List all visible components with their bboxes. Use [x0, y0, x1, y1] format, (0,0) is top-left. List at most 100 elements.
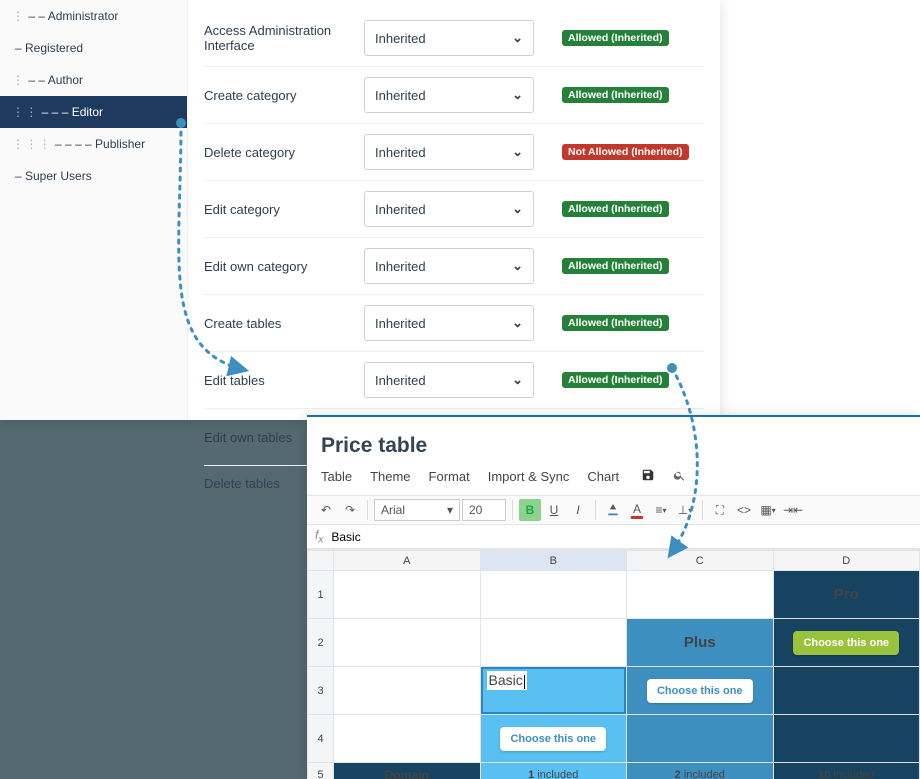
cell-b1[interactable] [480, 571, 627, 619]
rowhdr-3[interactable]: 3 [308, 667, 334, 715]
colhdr-c[interactable]: C [627, 551, 774, 571]
colhdr-a[interactable]: A [334, 551, 481, 571]
perm-select[interactable]: Inherited⌄ [364, 20, 534, 56]
sheet-grid[interactable]: A B C D 1 Pro 2 Plus [307, 549, 920, 779]
chevron-down-icon: ⌄ [512, 144, 523, 160]
bold-button[interactable]: B [519, 499, 541, 521]
fill-color-button[interactable] [602, 499, 624, 521]
sidebar-item-registered[interactable]: – Registered [0, 32, 187, 64]
perm-label: Edit tables [204, 373, 364, 388]
cell-c1[interactable] [627, 571, 774, 619]
sidebar-item-publisher[interactable]: ⋮ ⋮ ⋮ – – – – Publisher [0, 128, 187, 160]
rowhdr-5[interactable]: 5 [308, 763, 334, 779]
perm-row: Delete category Inherited ⌄ Not Allowed (In… [204, 124, 704, 181]
formula-value[interactable]: Basic [331, 530, 360, 544]
cell-c3[interactable]: Choose this one [627, 667, 774, 715]
cell-b5[interactable]: 1 included [480, 763, 627, 779]
perm-status-badge: Allowed (Inherited) [562, 258, 669, 274]
menu-chart[interactable]: Chart [587, 469, 619, 484]
cell-d5-suffix: included [830, 769, 874, 779]
sidebar-item-label: – Super Users [15, 169, 92, 183]
perm-select[interactable]: Inherited⌄ [364, 77, 534, 113]
cell-a4[interactable] [334, 715, 481, 763]
choose-pro-button[interactable]: Choose this one [793, 631, 899, 655]
spreadsheet-panel: Price table Table Theme Format Import & … [307, 415, 920, 779]
menu-import[interactable]: Import & Sync [488, 469, 570, 484]
perm-status-badge: Allowed (Inherited) [562, 30, 669, 46]
cell-a2[interactable] [334, 619, 481, 667]
perm-label: Create tables [204, 316, 364, 331]
colhdr-b[interactable]: B [480, 551, 627, 571]
sidebar-item-author[interactable]: ⋮ – – Author [0, 64, 187, 96]
sidebar-item-editor[interactable]: ⋮ ⋮ – – – Editor [0, 96, 187, 128]
drag-handle-icon[interactable]: ⋮ [12, 73, 25, 87]
perm-status-badge: Allowed (Inherited) [562, 372, 669, 388]
fullscreen-icon[interactable]: ⛶ [709, 499, 731, 521]
perm-select[interactable]: Inherited⌄ [364, 362, 534, 398]
chevron-down-icon: ⌄ [512, 201, 523, 217]
rowhdr-4[interactable]: 4 [308, 715, 334, 763]
cell-a1[interactable] [334, 571, 481, 619]
perm-status-badge: Not Allowed (Inherited) [562, 144, 689, 160]
cell-c4[interactable] [627, 715, 774, 763]
cell-d5[interactable]: 10 included [773, 763, 920, 779]
perm-select[interactable]: Inherited ⌄ [364, 191, 534, 227]
perm-select-value: Inherited [375, 145, 426, 160]
cell-c2[interactable]: Plus [627, 619, 774, 667]
sidebar-item-label: – – – – Publisher [55, 137, 145, 151]
perm-status-badge: Allowed (Inherited) [562, 201, 669, 217]
grid-button[interactable]: ▦▾ [757, 499, 779, 521]
chevron-down-icon: ▾ [447, 503, 453, 517]
menu-table[interactable]: Table [321, 469, 352, 484]
perm-select-value: Inherited [375, 31, 426, 46]
cell-d2[interactable]: Choose this one [773, 619, 920, 667]
spreadsheet-menu: Table Theme Format Import & Sync Chart [307, 462, 920, 495]
rowhdr-1[interactable]: 1 [308, 571, 334, 619]
choose-basic-button[interactable]: Choose this one [500, 727, 606, 751]
text-color-button[interactable]: A [626, 499, 648, 521]
sidebar-item-administrator[interactable]: ⋮ – – Administrator [0, 0, 187, 32]
redo-icon[interactable]: ↷ [339, 499, 361, 521]
align-button[interactable]: ≡▾ [650, 499, 672, 521]
underline-button[interactable]: U [543, 499, 565, 521]
perm-label: Delete category [204, 145, 364, 160]
choose-plus-button[interactable]: Choose this one [647, 679, 753, 703]
cell-b4[interactable]: Choose this one [480, 715, 627, 763]
merge-icon[interactable]: ⇥⇤ [781, 499, 805, 521]
drag-handle-icon[interactable]: ⋮ ⋮ ⋮ [12, 137, 52, 151]
corner-cell[interactable] [308, 551, 334, 571]
perm-label: Access Administration Interface [204, 23, 364, 53]
valign-button[interactable]: ⊥▾ [674, 499, 696, 521]
save-icon[interactable] [641, 468, 655, 485]
font-select[interactable]: Arial▾ [374, 499, 460, 521]
cell-d3[interactable] [773, 667, 920, 715]
cell-c5[interactable]: 2 included [627, 763, 774, 779]
menu-format[interactable]: Format [429, 469, 470, 484]
drag-handle-icon[interactable]: ⋮ [12, 9, 25, 23]
cell-b3[interactable]: Basic [480, 667, 627, 715]
perm-label: Edit category [204, 202, 364, 217]
italic-button[interactable]: I [567, 499, 589, 521]
formula-bar[interactable]: fx Basic [307, 525, 920, 549]
code-icon[interactable]: <> [733, 499, 755, 521]
cell-d1[interactable]: Pro [773, 571, 920, 619]
perm-select[interactable]: Inherited⌄ [364, 248, 534, 284]
cell-d4[interactable] [773, 715, 920, 763]
search-icon[interactable] [673, 469, 686, 485]
perm-select[interactable]: Inherited ⌄ [364, 134, 534, 170]
colhdr-d[interactable]: D [773, 551, 920, 571]
spreadsheet-toolbar: ↶ ↷ Arial▾ 20 B U I A ≡▾ ⊥▾ ⛶ <> ▦▾ ⇥⇤ [307, 495, 920, 525]
perm-select[interactable]: Inherited⌄ [364, 305, 534, 341]
rowhdr-2[interactable]: 2 [308, 619, 334, 667]
drag-handle-icon[interactable]: ⋮ ⋮ [12, 105, 39, 119]
cell-b2[interactable] [480, 619, 627, 667]
cell-b3-value: Basic [489, 672, 523, 688]
menu-theme[interactable]: Theme [370, 469, 410, 484]
cell-a3[interactable] [334, 667, 481, 715]
undo-icon[interactable]: ↶ [315, 499, 337, 521]
cell-a5[interactable]: Domain [334, 763, 481, 779]
font-size-input[interactable]: 20 [462, 499, 506, 521]
perm-select-value: Inherited [375, 202, 426, 217]
sidebar-item-superusers[interactable]: – Super Users [0, 160, 187, 192]
separator [367, 500, 368, 520]
